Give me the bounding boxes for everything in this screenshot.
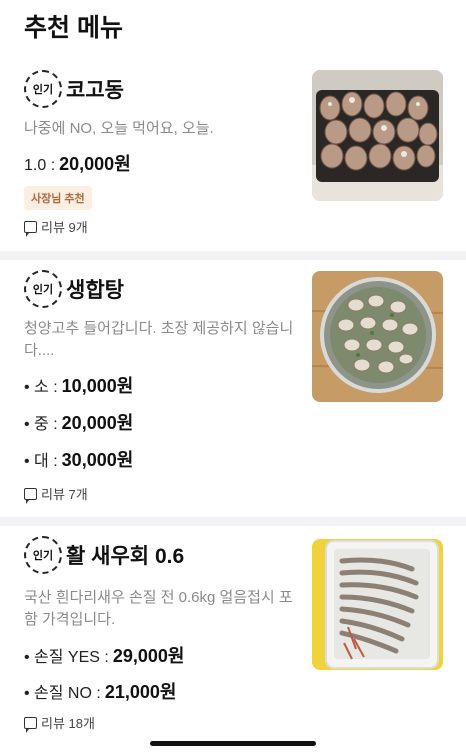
item-name: 코고동: [66, 79, 124, 102]
popular-badge-icon: 인기: [24, 536, 62, 574]
menu-item-saenghaptang[interactable]: 인기 생합탕 청양고추 들어갑니다. 초장 제공하지 않습니다.... • 소 …: [0, 260, 466, 526]
item-name-row: 인기 활 새우회 0.6: [24, 536, 184, 574]
item-description: 국산 흰다리새우 손질 전 0.6kg 얼음접시 포함 가격입니다.: [24, 589, 293, 628]
item-name: 생합탕: [66, 279, 124, 302]
price-line-large: • 대 : 30,000원: [24, 446, 133, 472]
price-label: • 손질 NO :: [24, 685, 101, 702]
price-label: • 대 :: [24, 453, 58, 470]
price-label: 1.0 :: [24, 157, 56, 174]
price-line-medium: • 중 : 20,000원: [24, 409, 133, 435]
chat-bubble-icon: [24, 716, 37, 733]
sea-snails-photo[interactable]: [312, 70, 443, 201]
clam-soup-photo[interactable]: [312, 271, 443, 402]
price-line-uncleaned: • 손질 NO : 21,000원: [24, 678, 176, 704]
review-count[interactable]: 리뷰 7개: [24, 484, 88, 504]
item-name-row: 인기 생합탕: [24, 270, 124, 308]
review-count[interactable]: 리뷰 9개: [24, 217, 88, 237]
item-description: 나중에 NO, 오늘 먹어요, 오늘.: [24, 120, 214, 137]
item-name-row: 인기 코고동: [24, 70, 124, 108]
price-line-cleaned: • 손질 YES : 29,000원: [24, 642, 184, 668]
menu-item-kogodong[interactable]: 인기 코고동 나중에 NO, 오늘 먹어요, 오늘. 1.0 : 20,000원…: [0, 50, 466, 260]
price-line-small: • 소 : 10,000원: [24, 372, 133, 398]
menu-item-live-shrimp[interactable]: 인기 활 새우회 0.6 국산 흰다리새우 손질 전 0.6kg 얼음접시 포함…: [0, 526, 466, 756]
price-label: • 소 :: [24, 379, 58, 396]
price-value: 21,000원: [104, 682, 177, 702]
home-indicator: [150, 741, 316, 746]
price-value: 30,000원: [61, 450, 134, 470]
price-value: 10,000원: [61, 376, 134, 396]
popular-badge-icon: 인기: [24, 70, 62, 108]
price-value: 29,000원: [112, 646, 185, 666]
owner-recommend-badge: 사장님 추천: [24, 186, 92, 210]
review-label: 리뷰 7개: [41, 487, 88, 502]
review-count[interactable]: 리뷰 18개: [24, 713, 95, 733]
price-value: 20,000원: [61, 413, 134, 433]
item-name: 활 새우회 0.6: [66, 545, 185, 568]
chat-bubble-icon: [24, 487, 37, 504]
item-description: 청양고추 들어갑니다. 초장 제공하지 않습니다....: [24, 320, 294, 359]
price-value: 20,000원: [59, 154, 131, 174]
page-title: 추천 메뉴: [24, 14, 123, 42]
chat-bubble-icon: [24, 220, 37, 237]
popular-badge-icon: 인기: [24, 270, 62, 308]
price-label: • 손질 YES :: [24, 649, 109, 666]
raw-shrimp-photo[interactable]: [312, 539, 443, 670]
review-label: 리뷰 18개: [41, 716, 95, 731]
price-line: 1.0 : 20,000원: [24, 150, 131, 176]
review-label: 리뷰 9개: [41, 220, 88, 235]
price-label: • 중 :: [24, 416, 58, 433]
